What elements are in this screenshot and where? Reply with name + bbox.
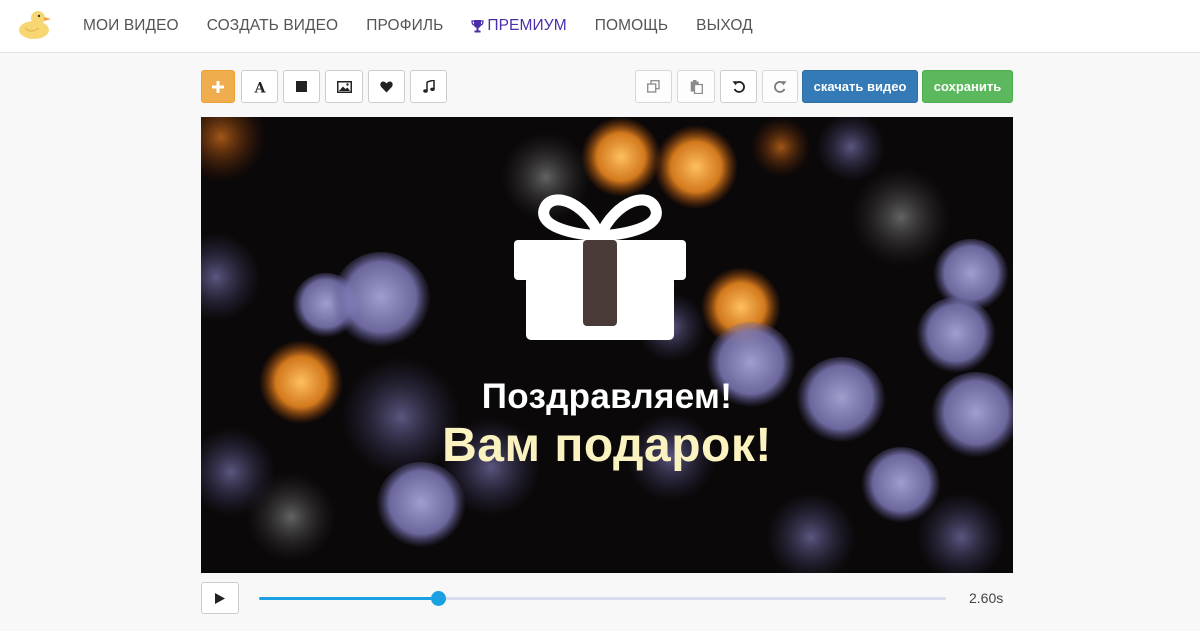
nav-logout-label: ВЫХОД: [696, 17, 753, 34]
nav-profile-label: ПРОФИЛЬ: [366, 17, 444, 34]
nav-premium-label: ПРЕМИУМ: [487, 17, 567, 34]
nav-my-videos-label: МОИ ВИДЕО: [83, 17, 179, 34]
play-icon: [215, 592, 225, 604]
bokeh-background: [201, 117, 1013, 573]
nav-help-label: ПОМОЩЬ: [594, 17, 669, 34]
timeline-slider[interactable]: [259, 591, 946, 606]
current-time: 2.60s: [969, 590, 1004, 606]
add-image-button[interactable]: [325, 70, 363, 103]
add-shape-button[interactable]: [283, 70, 320, 103]
redo-icon: [773, 81, 786, 93]
redo-button[interactable]: [762, 70, 798, 103]
paste-button[interactable]: [677, 70, 715, 103]
save-button[interactable]: сохранить: [922, 70, 1013, 103]
add-text-button[interactable]: A: [241, 70, 278, 103]
plus-icon: [212, 80, 224, 93]
nav-logout[interactable]: ВЫХОД: [682, 0, 767, 52]
video-preview-canvas[interactable]: Поздравляем! Вам подарок!: [201, 117, 1013, 573]
playback-controls: 2.60s: [201, 582, 1013, 616]
copy-button[interactable]: [635, 70, 672, 103]
duck-logo-icon[interactable]: [17, 8, 53, 40]
heart-icon: [380, 80, 393, 92]
image-icon: [336, 80, 352, 93]
undo-button[interactable]: [720, 70, 757, 103]
download-video-button[interactable]: скачать видео: [802, 70, 918, 103]
copy-icon: [647, 80, 660, 93]
text-icon: A: [253, 80, 266, 94]
top-navbar: МОИ ВИДЕО СОЗДАТЬ ВИДЕО ПРОФИЛЬ ПРЕМИУМ …: [0, 0, 1200, 53]
add-element-button[interactable]: [201, 70, 235, 103]
nav-premium[interactable]: ПРЕМИУМ: [457, 0, 580, 52]
timeline-handle[interactable]: [430, 591, 446, 606]
greeting-text[interactable]: Поздравляем!: [201, 377, 1013, 417]
nav-create-video[interactable]: СОЗДАТЬ ВИДЕО: [193, 0, 353, 52]
square-icon: [296, 81, 307, 92]
nav-my-videos[interactable]: МОИ ВИДЕО: [69, 0, 193, 52]
add-sticker-button[interactable]: [368, 70, 405, 103]
play-button[interactable]: [201, 582, 239, 614]
nav-help[interactable]: ПОМОЩЬ: [581, 0, 682, 52]
gift-icon: [514, 194, 686, 340]
editor-toolbar: A скачать видео сохранить: [201, 70, 1013, 103]
music-icon: [422, 80, 435, 93]
gift-text[interactable]: Вам подарок!: [201, 418, 1013, 473]
undo-icon: [732, 81, 745, 93]
timeline-progress: [259, 597, 438, 600]
paste-icon: [690, 79, 703, 94]
svg-text:A: A: [253, 80, 266, 94]
nav-create-video-label: СОЗДАТЬ ВИДЕО: [206, 17, 339, 34]
add-music-button[interactable]: [410, 70, 447, 103]
nav-profile[interactable]: ПРОФИЛЬ: [352, 0, 457, 52]
trophy-icon: [471, 20, 485, 33]
